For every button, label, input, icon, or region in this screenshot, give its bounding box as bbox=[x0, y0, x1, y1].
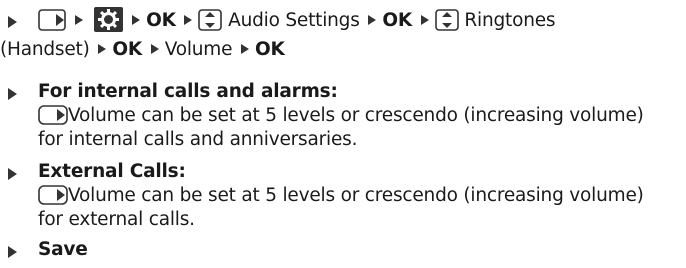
menu-key-icon bbox=[38, 8, 66, 31]
path-arrow-icon bbox=[420, 15, 429, 25]
bullet-arrow-icon bbox=[8, 16, 17, 28]
step-description-cont: for internal calls and anniversaries. bbox=[38, 129, 358, 150]
path-arrow-icon bbox=[150, 44, 159, 54]
bullet-arrow-icon bbox=[8, 168, 17, 180]
ok-key-label: OK bbox=[254, 39, 285, 60]
menu-item-handset: (Handset) bbox=[0, 39, 90, 60]
step-description: Volume can be set at 5 levels or crescen… bbox=[68, 105, 644, 126]
side-key-icon bbox=[38, 105, 68, 125]
side-key-icon bbox=[38, 185, 68, 205]
navigation-key-icon bbox=[198, 8, 223, 31]
step-description: Volume can be set at 5 levels or crescen… bbox=[68, 185, 644, 206]
ok-key-label: OK bbox=[382, 10, 413, 31]
step-title: Save bbox=[38, 239, 88, 260]
path-arrow-icon bbox=[368, 15, 377, 25]
step-title: For internal calls and alarms: bbox=[38, 81, 338, 102]
path-arrow-icon bbox=[184, 15, 193, 25]
ok-key-label: OK bbox=[112, 39, 142, 60]
bullet-arrow-icon bbox=[8, 88, 17, 100]
path-arrow-icon bbox=[74, 15, 83, 25]
path-arrow-icon bbox=[240, 44, 249, 54]
path-arrow-icon bbox=[98, 44, 107, 54]
menu-item-ringtones: Ringtones bbox=[464, 10, 556, 31]
step-title: External Calls: bbox=[38, 161, 186, 182]
navigation-key-icon bbox=[434, 8, 459, 31]
step-description-cont: for external calls. bbox=[38, 209, 195, 230]
menu-item-volume: Volume bbox=[164, 39, 233, 60]
bullet-arrow-icon bbox=[8, 246, 17, 258]
gear-icon bbox=[94, 7, 124, 32]
menu-item-audio-settings: Audio Settings bbox=[228, 10, 360, 31]
path-arrow-icon bbox=[132, 15, 141, 25]
ok-key-label: OK bbox=[146, 10, 176, 31]
